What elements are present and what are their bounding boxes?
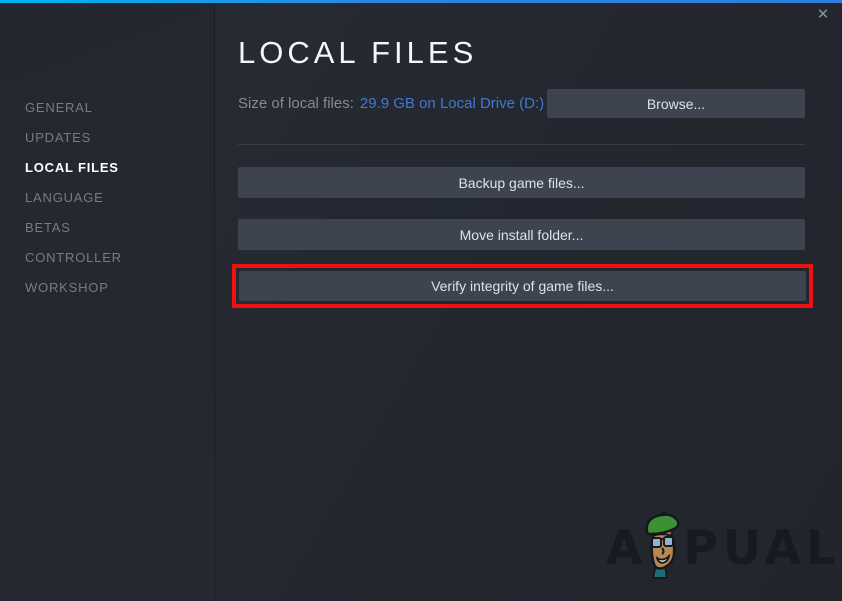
sidebar-item-language[interactable]: LANGUAGE — [0, 183, 214, 213]
properties-dialog: ✕ GENERAL UPDATES LOCAL FILES LANGUAGE B… — [0, 0, 842, 601]
page-title: LOCAL FILES — [238, 35, 478, 70]
size-of-local-files-label: Size of local files: — [238, 95, 354, 112]
close-icon[interactable]: ✕ — [812, 4, 834, 24]
sidebar-item-updates[interactable]: UPDATES — [0, 123, 214, 153]
sidebar-item-workshop[interactable]: WORKSHOP — [0, 273, 214, 303]
verify-integrity-button[interactable]: Verify integrity of game files... — [239, 271, 806, 301]
backup-game-files-button[interactable]: Backup game files... — [238, 167, 805, 198]
sidebar-item-local-files[interactable]: LOCAL FILES — [0, 153, 214, 183]
sidebar-item-controller[interactable]: CONTROLLER — [0, 243, 214, 273]
local-files-size-row: Size of local files: 29.9 GB on Local Dr… — [238, 89, 805, 118]
move-install-folder-button[interactable]: Move install folder... — [238, 219, 805, 250]
sidebar-item-betas[interactable]: BETAS — [0, 213, 214, 243]
sidebar-item-general[interactable]: GENERAL — [0, 93, 214, 123]
settings-sidebar: GENERAL UPDATES LOCAL FILES LANGUAGE BET… — [0, 3, 215, 601]
section-divider — [238, 144, 805, 145]
window-accent-stripe — [0, 0, 842, 3]
browse-button[interactable]: Browse... — [547, 89, 805, 118]
local-drive-link[interactable]: 29.9 GB on Local Drive (D:) — [360, 95, 544, 112]
annotation-highlight-box: Verify integrity of game files... — [232, 264, 813, 308]
local-files-panel: LOCAL FILES Size of local files: 29.9 GB… — [215, 3, 842, 601]
